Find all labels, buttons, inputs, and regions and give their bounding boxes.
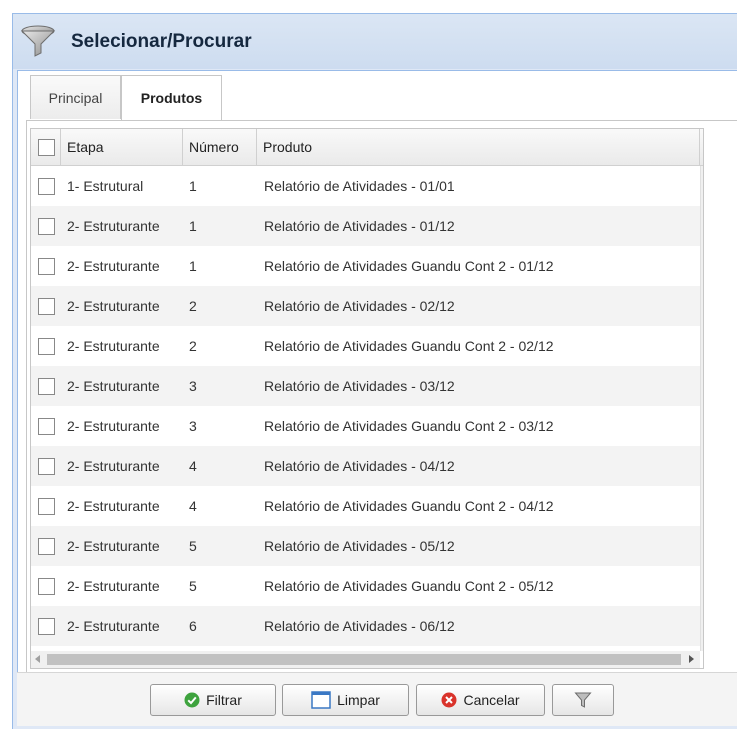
cell-produto: Relatório de Atividades - 02/12 bbox=[264, 298, 455, 314]
row-checkbox[interactable] bbox=[38, 258, 55, 275]
table-row[interactable]: 2- Estruturante 3 Relatório de Atividade… bbox=[31, 406, 700, 446]
cell-numero: 4 bbox=[189, 458, 197, 474]
cell-numero: 1 bbox=[189, 218, 197, 234]
title-bar: Selecionar/Procurar bbox=[13, 14, 737, 69]
cell-numero: 1 bbox=[189, 258, 197, 274]
row-checkbox[interactable] bbox=[38, 538, 55, 555]
tab-produtos[interactable]: Produtos bbox=[121, 75, 222, 121]
table-row[interactable]: 2- Estruturante 1 Relatório de Atividade… bbox=[31, 206, 700, 246]
cell-numero: 3 bbox=[189, 378, 197, 394]
cell-produto: Relatório de Atividades - 01/12 bbox=[264, 218, 455, 234]
table-row[interactable]: 2- Estruturante 2 Relatório de Atividade… bbox=[31, 286, 700, 326]
cell-numero: 3 bbox=[189, 418, 197, 434]
select-all-checkbox[interactable] bbox=[38, 139, 55, 156]
grid-rows: 1- Estrutural 1 Relatório de Atividades … bbox=[31, 166, 700, 651]
grid-header: Etapa Número Produto bbox=[31, 129, 703, 166]
body-panel: Principal Produtos Etapa Número Produto … bbox=[17, 70, 737, 724]
clear-button[interactable]: Limpar bbox=[282, 684, 409, 716]
cell-numero: 2 bbox=[189, 298, 197, 314]
row-checkbox[interactable] bbox=[38, 618, 55, 635]
vertical-scrollbar[interactable] bbox=[700, 166, 704, 651]
table-row[interactable]: 2- Estruturante 5 Relatório de Atividade… bbox=[31, 526, 700, 566]
cancel-circle-icon bbox=[441, 692, 457, 708]
row-checkbox[interactable] bbox=[38, 378, 55, 395]
cell-numero: 5 bbox=[189, 538, 197, 554]
filter-button-label: Filtrar bbox=[206, 692, 242, 708]
cell-etapa: 2- Estruturante bbox=[67, 618, 160, 634]
scroll-left-arrow-icon[interactable] bbox=[35, 655, 40, 663]
vertical-scroll-thumb[interactable] bbox=[703, 184, 704, 260]
select-search-window: Selecionar/Procurar Principal Produtos E… bbox=[12, 13, 737, 729]
filter-button[interactable]: Filtrar bbox=[150, 684, 276, 716]
cell-numero: 2 bbox=[189, 338, 197, 354]
tab-principal[interactable]: Principal bbox=[30, 75, 121, 119]
cell-etapa: 2- Estruturante bbox=[67, 378, 160, 394]
column-header-produto[interactable]: Produto bbox=[257, 129, 700, 165]
cell-produto: Relatório de Atividades - 04/12 bbox=[264, 458, 455, 474]
cancel-button-label: Cancelar bbox=[463, 692, 520, 708]
cell-etapa: 2- Estruturante bbox=[67, 458, 160, 474]
cancel-button[interactable]: Cancelar bbox=[416, 684, 545, 716]
table-row[interactable]: 2- Estruturante 5 Relatório de Atividade… bbox=[31, 566, 700, 606]
row-checkbox[interactable] bbox=[38, 338, 55, 355]
cell-produto: Relatório de Atividades Guandu Cont 2 - … bbox=[264, 258, 554, 274]
cell-produto: Relatório de Atividades - 01/01 bbox=[264, 178, 455, 194]
cell-etapa: 2- Estruturante bbox=[67, 298, 160, 314]
funnel-icon bbox=[574, 692, 592, 708]
table-row[interactable]: 1- Estrutural 1 Relatório de Atividades … bbox=[31, 166, 700, 206]
table-row[interactable]: 2- Estruturante 6 Relatório de Atividade… bbox=[31, 606, 700, 646]
scroll-right-arrow-icon[interactable] bbox=[689, 655, 694, 663]
cell-etapa: 2- Estruturante bbox=[67, 538, 160, 554]
cell-etapa: 2- Estruturante bbox=[67, 338, 160, 354]
cell-etapa: 2- Estruturante bbox=[67, 258, 160, 274]
blank-page-icon bbox=[311, 691, 331, 709]
table-row[interactable]: 2- Estruturante 2 Relatório de Atividade… bbox=[31, 326, 700, 366]
column-header-etapa[interactable]: Etapa bbox=[61, 129, 183, 165]
row-checkbox[interactable] bbox=[38, 578, 55, 595]
column-header-numero[interactable]: Número bbox=[183, 129, 257, 165]
table-row[interactable]: 2- Estruturante 4 Relatório de Atividade… bbox=[31, 486, 700, 526]
select-all-cell bbox=[31, 129, 61, 165]
row-checkbox[interactable] bbox=[38, 218, 55, 235]
row-checkbox[interactable] bbox=[38, 418, 55, 435]
table-row[interactable]: 2- Estruturante 4 Relatório de Atividade… bbox=[31, 446, 700, 486]
cell-etapa: 2- Estruturante bbox=[67, 578, 160, 594]
cell-produto: Relatório de Atividades Guandu Cont 2 - … bbox=[264, 578, 554, 594]
advanced-filter-button[interactable] bbox=[552, 684, 614, 716]
cell-etapa: 2- Estruturante bbox=[67, 498, 160, 514]
cell-numero: 1 bbox=[189, 178, 197, 194]
cell-produto: Relatório de Atividades - 05/12 bbox=[264, 538, 455, 554]
row-checkbox[interactable] bbox=[38, 498, 55, 515]
check-circle-icon bbox=[184, 692, 200, 708]
button-toolbar: Filtrar Limpar Cancelar bbox=[17, 672, 737, 726]
cell-numero: 6 bbox=[189, 618, 197, 634]
cell-produto: Relatório de Atividades Guandu Cont 2 - … bbox=[264, 338, 554, 354]
horizontal-scroll-thumb[interactable] bbox=[47, 654, 681, 665]
horizontal-scrollbar[interactable] bbox=[31, 651, 700, 668]
window-title: Selecionar/Procurar bbox=[71, 31, 252, 52]
products-grid: Etapa Número Produto 1- Estrutural 1 Rel… bbox=[30, 128, 704, 669]
funnel-icon bbox=[21, 25, 56, 57]
row-checkbox[interactable] bbox=[38, 458, 55, 475]
cell-produto: Relatório de Atividades Guandu Cont 2 - … bbox=[264, 498, 554, 514]
cell-numero: 4 bbox=[189, 498, 197, 514]
cell-numero: 5 bbox=[189, 578, 197, 594]
cell-produto: Relatório de Atividades Guandu Cont 2 - … bbox=[264, 418, 554, 434]
table-row[interactable]: 2- Estruturante 1 Relatório de Atividade… bbox=[31, 246, 700, 286]
clear-button-label: Limpar bbox=[337, 692, 380, 708]
table-row[interactable]: 2- Estruturante 3 Relatório de Atividade… bbox=[31, 366, 700, 406]
cell-etapa: 2- Estruturante bbox=[67, 218, 160, 234]
cell-produto: Relatório de Atividades - 06/12 bbox=[264, 618, 455, 634]
cell-etapa: 1- Estrutural bbox=[67, 178, 144, 194]
row-checkbox[interactable] bbox=[38, 178, 55, 195]
cell-produto: Relatório de Atividades - 03/12 bbox=[264, 378, 455, 394]
row-checkbox[interactable] bbox=[38, 298, 55, 315]
cell-etapa: 2- Estruturante bbox=[67, 418, 160, 434]
